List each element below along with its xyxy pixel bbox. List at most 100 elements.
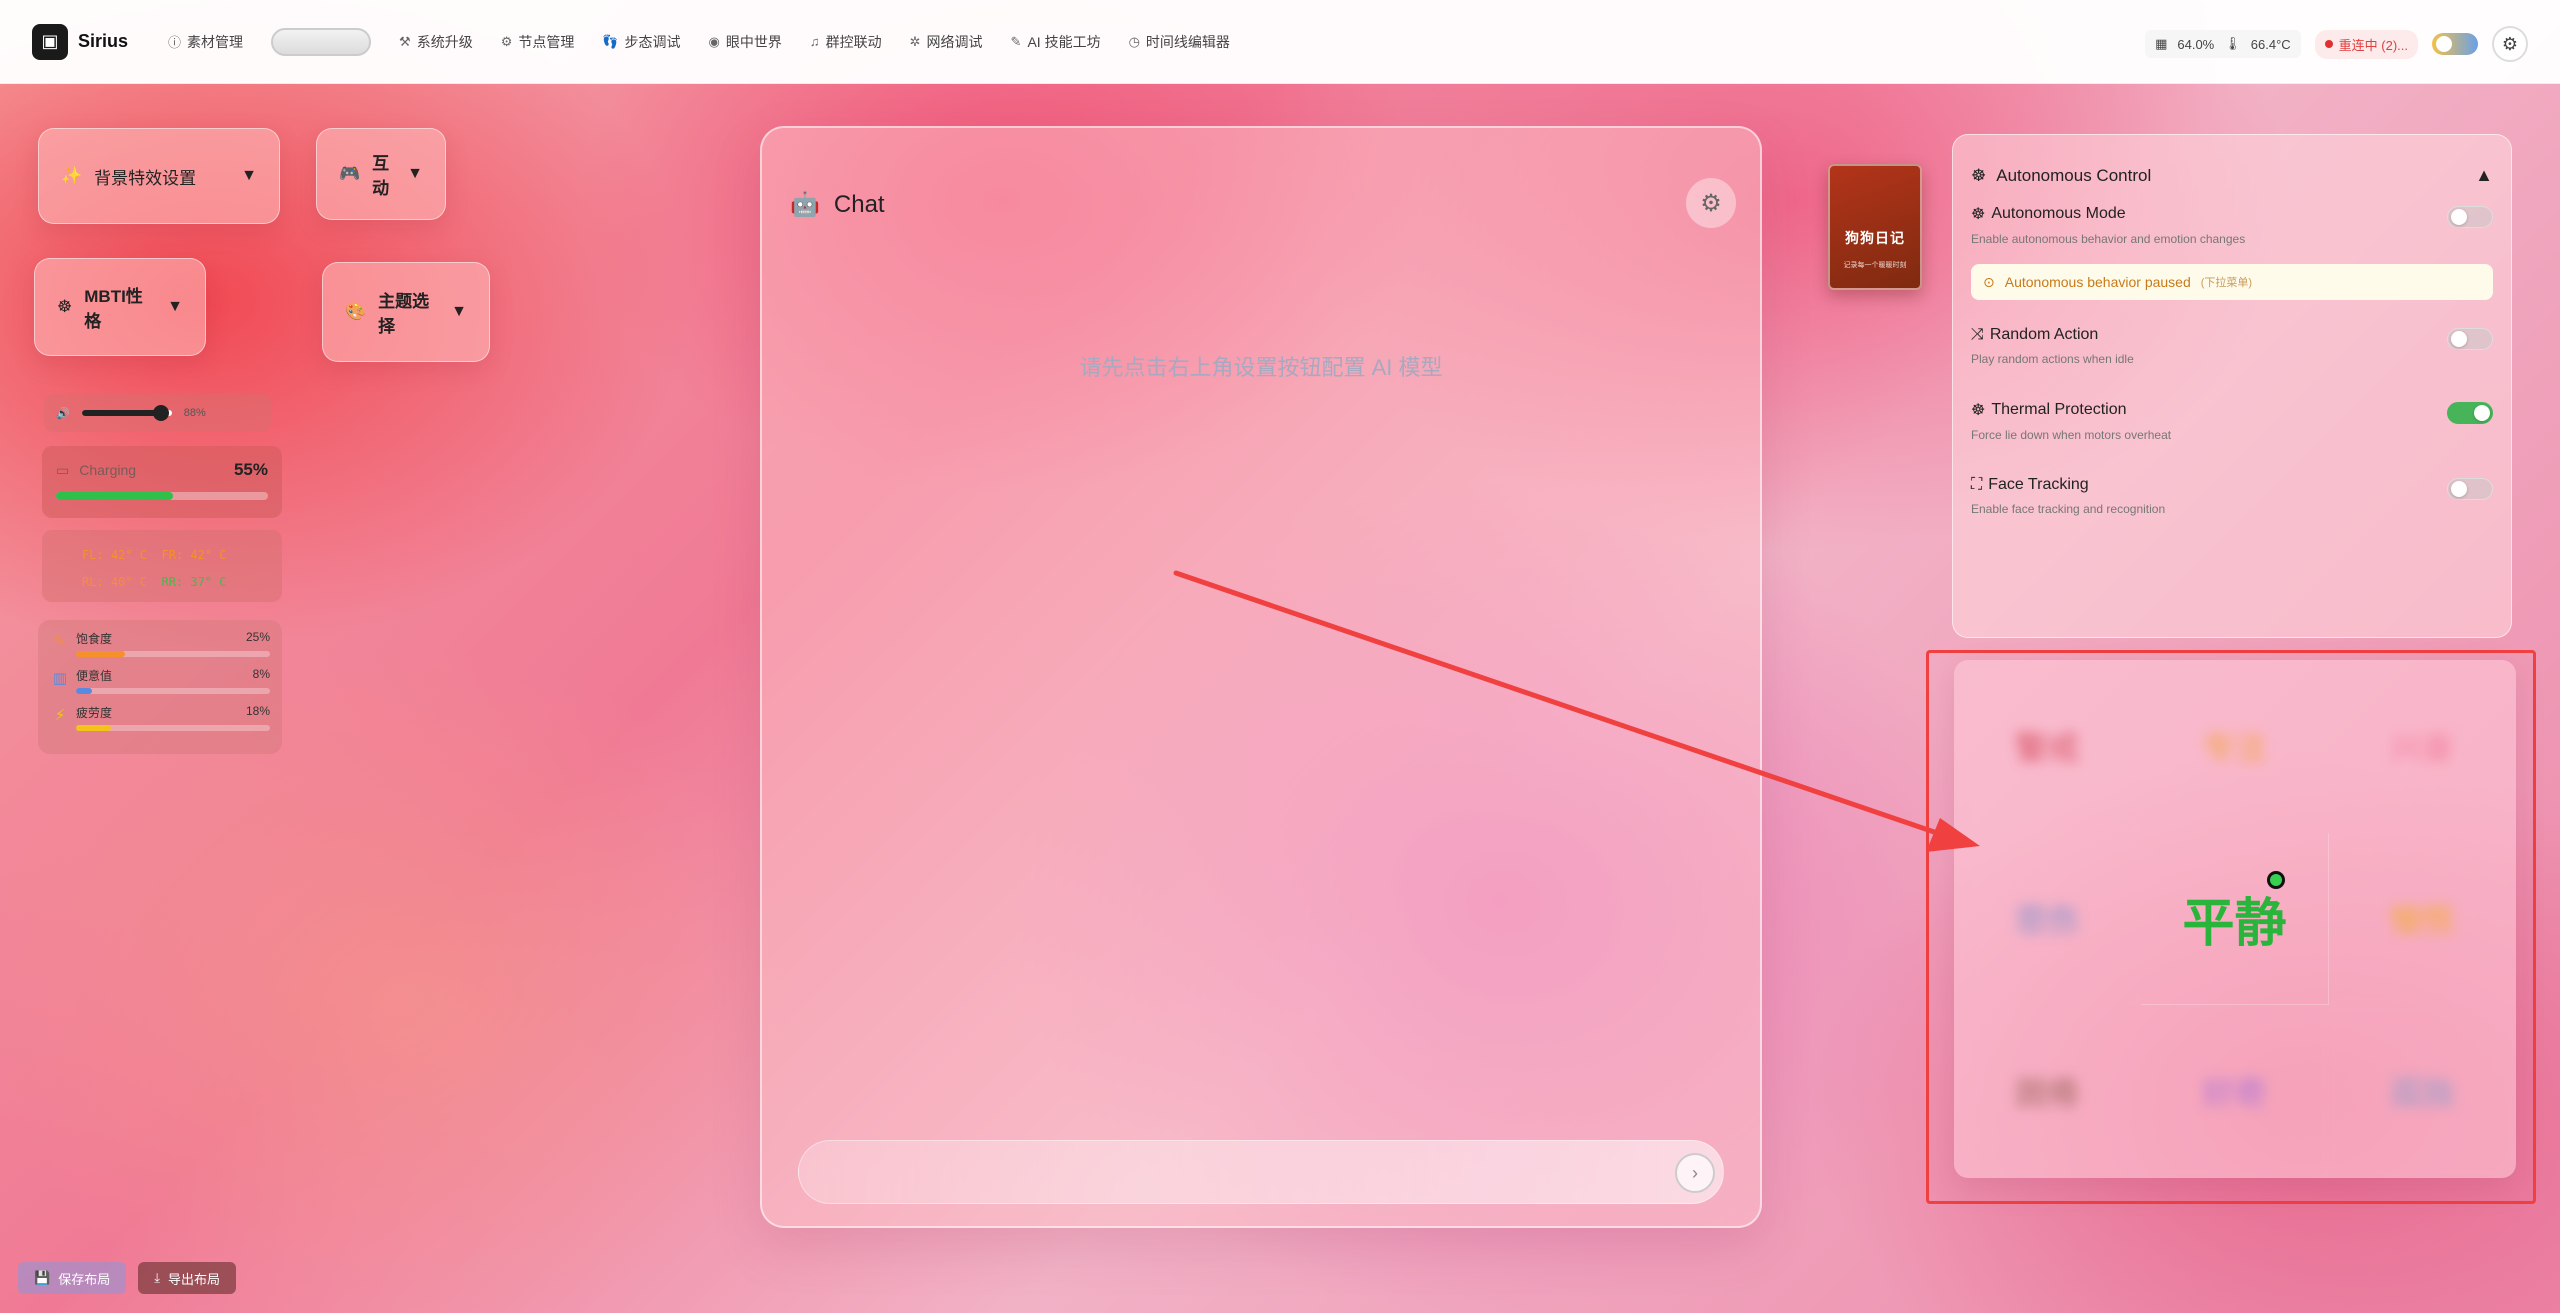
chat-hint-text: 请先点击右上角设置按钮配置 AI 模型 xyxy=(1079,355,1443,380)
autonomous-mode-option: ☸ Autonomous Mode Enable autonomous behav… xyxy=(1971,204,2493,246)
chat-title: Chat xyxy=(833,190,885,218)
random-action-toggle[interactable] xyxy=(2447,328,2493,350)
save-layout-button[interactable]: 💾 保存布局 xyxy=(18,1262,127,1294)
app-logo[interactable]: ▣ Sirius xyxy=(32,23,129,60)
volume-control: 🔊 88% xyxy=(44,394,272,432)
caret-down-icon: ▼ xyxy=(407,165,423,182)
chat-settings-button[interactable]: ⚙ xyxy=(1686,178,1736,228)
chat-panel: 🤖 Chat ⚙ 请先点击右上角设置按钮配置 AI 模型 › xyxy=(760,126,1762,1228)
export-layout-button[interactable]: ⤓ 导出布局 xyxy=(138,1262,236,1294)
autonomous-mode-toggle[interactable] xyxy=(2447,206,2493,228)
thermal-protection-toggle[interactable] xyxy=(2447,402,2493,424)
mouse-cursor-icon xyxy=(2267,871,2285,889)
emotion-cell[interactable]: 兴奋 xyxy=(2328,660,2516,833)
shield-icon: ☸ xyxy=(1971,402,1986,419)
palette-icon: 🎨 xyxy=(345,302,367,321)
caret-down-icon: ▼ xyxy=(167,298,183,315)
face-tracking-option: ⛶ Face Tracking Enable face tracking and … xyxy=(1971,476,2493,516)
layout-buttons: 💾 保存布局 ⤓ 导出布局 xyxy=(18,1262,236,1294)
question-circle-icon: ⓘ xyxy=(168,35,182,50)
needs-widget: ✎ 饱食度 25% ▥ 便意值 8% ⚡ 疲劳度 18% xyxy=(38,620,282,754)
nav-item-group[interactable]: ♫ 群控联动 xyxy=(810,32,882,52)
emotion-cell[interactable]: 困倦 xyxy=(1954,1005,2142,1178)
thermometer-icon: 🌡 xyxy=(2224,36,2241,51)
send-button[interactable]: › xyxy=(1675,1153,1715,1193)
need-toilet: ▥ 便意值 8% xyxy=(52,667,270,694)
app-name: Sirius xyxy=(78,31,129,51)
volume-slider[interactable] xyxy=(81,405,172,421)
caret-down-icon: ▼ xyxy=(451,303,467,320)
autonomous-paused-notice: ⊙ Autonomous behavior paused (下拉菜单) xyxy=(1971,264,2493,300)
thermal-protection-option: ☸ Thermal Protection Force lie down when … xyxy=(1971,400,2493,442)
nav-toggle-pill[interactable] xyxy=(271,27,372,56)
connection-status-badge[interactable]: 重连中 (2)... xyxy=(2314,29,2418,59)
nav-item-nodes[interactable]: ⚙ 节点管理 xyxy=(501,32,575,52)
temp-rl: RL: 40° C xyxy=(82,575,148,589)
gear-icon: ⚙ xyxy=(500,33,513,49)
brain-icon: ☸ xyxy=(57,297,73,316)
download-icon: ⤓ xyxy=(154,1270,160,1285)
dog-diary-card[interactable]: 狗狗日记 记录每一个暖暖时刻 xyxy=(1828,164,1922,290)
caret-down-icon: ▼ xyxy=(241,167,257,184)
nav-item-gait[interactable]: 👣 步态调试 xyxy=(602,32,680,52)
battery-status: Charging xyxy=(79,462,137,478)
robot-icon: ▣ xyxy=(32,23,68,60)
mbti-dropdown[interactable]: ☸ MBTI性格 ▼ xyxy=(34,258,206,356)
battery-icon: ▭ xyxy=(56,461,70,478)
emotion-cell[interactable]: 孤独 xyxy=(2328,1005,2516,1178)
temp-fr: FR: 42° C xyxy=(161,548,227,562)
system-stats: ▦ 64.0% 🌡 66.4°C xyxy=(2145,30,2301,58)
gear-icon: ⚙ xyxy=(2501,33,2519,54)
emotion-cell[interactable]: 警戒 xyxy=(1954,660,2142,833)
cpu-icon: ▦ xyxy=(2155,36,2168,51)
volume-slider-handle[interactable] xyxy=(152,405,169,421)
random-action-option: ⤨ Random Action Play random actions when … xyxy=(1971,326,2493,366)
brain-icon: ☸ xyxy=(1971,165,1987,185)
emotion-cell[interactable]: 平静 xyxy=(2141,832,2329,1006)
lightning-icon: ⚡ xyxy=(54,707,66,724)
footprint-icon: 👣 xyxy=(602,33,619,49)
pause-circle-icon: ⊙ xyxy=(1983,273,1995,290)
status-area: ▦ 64.0% 🌡 66.4°C 重连中 (2)... ⚙ xyxy=(2145,26,2528,62)
gear-icon: ⚙ xyxy=(1700,189,1722,217)
bug-icon: ✲ xyxy=(909,33,921,49)
emotion-cell[interactable]: 专注 xyxy=(2141,660,2329,833)
cpu-usage: 64.0% xyxy=(2177,36,2215,52)
nav-item-vision[interactable]: ◉ 眼中世界 xyxy=(709,32,782,52)
battery-widget: ▭ Charging 55% xyxy=(42,446,282,518)
face-tracking-toggle[interactable] xyxy=(2447,478,2493,500)
toilet-icon: ▥ xyxy=(52,670,68,687)
emotion-cell[interactable]: 悲伤 xyxy=(1954,832,2142,1006)
shuffle-icon: ⤨ xyxy=(1971,326,1984,343)
emotion-cell[interactable]: 好奇 xyxy=(2141,1005,2329,1178)
nav-item-network[interactable]: ✲ 网络调试 xyxy=(910,32,983,52)
clock-icon: ◷ xyxy=(1128,33,1140,49)
top-navigation-bar: ▣ Sirius ⓘ 素材管理 ⚒ 系统升级 ⚙ 节点管理 👣 步态调试 ◉ 眼中世界 ♫… xyxy=(0,0,2560,84)
music-note-icon: ♫ xyxy=(809,34,820,49)
chat-input[interactable]: › xyxy=(798,1140,1724,1204)
gamepad-icon: 🎮 xyxy=(339,164,361,183)
save-icon: 💾 xyxy=(34,1270,51,1285)
nav-item-timeline[interactable]: ◷ 时间线编辑器 xyxy=(1129,32,1230,52)
theme-toggle[interactable] xyxy=(2432,33,2478,55)
temp-fl: FL: 42° C xyxy=(82,548,148,562)
emotion-grid: 警戒 专注 兴奋悲伤 平静 愉悦困倦 好奇 孤独 xyxy=(1954,660,2516,1178)
nav-item-upgrade[interactable]: ⚒ 系统升级 xyxy=(399,32,473,52)
need-fatigue: ⚡ 疲劳度 18% xyxy=(52,704,270,731)
interact-dropdown[interactable]: 🎮 互动 ▼ xyxy=(316,128,446,220)
speaker-icon: 🔊 xyxy=(56,407,70,420)
magic-wand-icon: ✎ xyxy=(1010,33,1022,49)
theme-dropdown[interactable]: 🎨 主题选择 ▼ xyxy=(322,262,490,362)
brain-icon: ☸ xyxy=(1971,206,1986,223)
wrench-icon: ⚒ xyxy=(399,33,411,49)
diary-subtitle: 记录每一个暖暖时刻 xyxy=(1843,262,1907,269)
nav-item-assets[interactable]: ⓘ 素材管理 xyxy=(168,32,243,52)
battery-bar xyxy=(56,492,268,500)
nav-item-ai-skills[interactable]: ✎ AI 技能工坊 xyxy=(1011,32,1101,52)
robot-icon: 🤖 xyxy=(790,191,820,218)
emotion-cell[interactable]: 愉悦 xyxy=(2328,832,2516,1006)
temp-rr: RR: 37° C xyxy=(161,575,227,589)
autonomous-header[interactable]: ☸ Autonomous Control ▲ xyxy=(1971,165,2493,186)
bg-effects-dropdown[interactable]: ✨ 背景特效设置 ▼ xyxy=(38,128,280,224)
settings-gear-button[interactable]: ⚙ xyxy=(2492,26,2528,62)
